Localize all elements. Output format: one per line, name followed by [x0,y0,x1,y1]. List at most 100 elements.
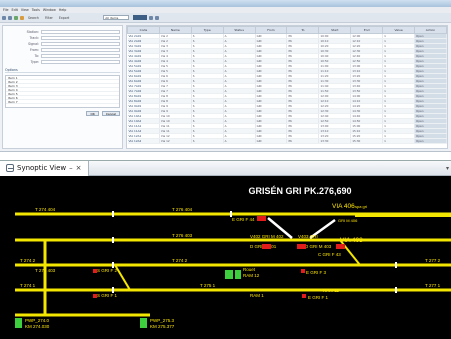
field-label: Type: [30,60,39,64]
minimize-icon[interactable]: – [69,164,73,172]
background-app-window: File Edit View Tools Window Help Search … [0,0,451,152]
joint-marker [112,287,114,293]
toolbar-search-label[interactable]: Search [28,16,39,20]
table-cell: S [191,138,224,144]
view-menu-icon[interactable]: ▾ [446,165,449,172]
track-input[interactable] [41,36,120,40]
equipment-labels: Rouet RAM 12 RAM 1 RAM 11 PWP_274.0 KM 2… [25,267,339,329]
table-header-row: Code Name Type Status From To Start End Value Act… [127,26,447,34]
table-cell: GRI [255,138,288,144]
element-labels: E GRI F 44 V402 GRI M 402 V403 GRI D GRI… [97,203,367,300]
menu-help[interactable]: Help [59,7,67,13]
signal-label: E GRI F 3 [306,270,327,275]
joint-marker [395,262,397,268]
open-icon[interactable] [8,15,12,20]
to-input[interactable] [41,54,120,58]
type-input[interactable] [41,60,120,64]
settings-icon[interactable] [155,15,160,20]
equipment-label: KM 275.377 [150,324,175,329]
synoptic-view-icon [6,164,14,172]
track-label: T 274 1 [20,283,36,288]
column-header[interactable]: Value [382,26,416,34]
menu-window[interactable]: Window [43,7,56,13]
table-body: VIA 2A01 Via 2 S A GRI PK 10:00 12:00 1 Open VIA 2… [127,33,447,144]
zoom-icon[interactable] [149,15,154,20]
save-icon[interactable] [14,15,18,20]
results-table: Code Name Type Status From To Start End Value Act… [126,25,448,149]
active-mode-button[interactable] [133,15,148,20]
signal-label: E GRI F 1 [308,295,329,300]
field-label: Station: [26,30,39,34]
track-layer [15,212,451,317]
cancel-button[interactable]: Cancel [101,111,120,116]
menu-edit[interactable]: Edit [12,7,18,13]
row-action-button[interactable]: Open [414,138,447,144]
signal-label: S GRI F 1 [97,293,118,298]
toolbar-filter-label[interactable]: Filter [45,16,53,20]
via-sub-label: spa gri [355,204,367,209]
signal-icon [336,244,345,249]
menu-view[interactable]: View [21,7,29,13]
table-row[interactable]: VIA 12A2 Via 12 S A GRI PK 13:30 15:30 1 Open [127,138,447,144]
column-header[interactable]: Action [414,26,447,34]
equipment-label: RAM 11 [323,288,339,293]
via-sub-label: GRI M 406 [338,218,358,223]
joint-marker [112,211,114,217]
table-cell: VIA 12A2 [127,138,160,144]
equipment-icon [235,270,241,279]
column-header[interactable]: Type [190,26,224,34]
refresh-icon[interactable] [20,15,24,20]
table-cell: 1 [382,138,416,144]
field-label: Track: [29,36,39,40]
via-label: VIA 403 [340,237,363,244]
joint-marker [112,237,114,243]
signal-label: D GRI M 403 [305,244,332,249]
options-list[interactable]: Item 1 Item 2 Item 3 Item 4 Item 5 Item … [5,75,120,108]
toolbar: Search Filter Export All items [0,13,451,23]
signal-label: S GRI F 2 [97,268,118,273]
equipment-icon [225,270,233,279]
track-label: T 277 1 [425,283,441,288]
menu-file[interactable]: File [3,7,9,13]
track-label: T 276 403 [172,233,193,238]
signal-label: E GRI F 44 [232,217,255,222]
equipment-label: PWP_275.3 [150,318,175,323]
list-item[interactable]: Item 7 [6,100,119,104]
new-icon[interactable] [2,15,6,20]
signal-icon [302,294,306,298]
equipment-label: RAM 12 [243,273,260,278]
track-label: T 274 403 [35,268,56,273]
table-cell: Via 12 [159,138,192,144]
via-label: VIA 406 [332,203,355,210]
signal-label: V402 GRI M 402 [250,234,284,239]
signal-icon [301,269,305,273]
track-label: T 275 1 [200,283,216,288]
track-label: T 274 2 [20,258,36,263]
from-input[interactable] [41,48,120,52]
field-label: From: [30,48,39,52]
app-title-bar [0,0,451,7]
ok-button[interactable]: OK [86,111,99,116]
column-header[interactable]: End [350,26,384,34]
toolbar-export-label[interactable]: Export [59,16,69,20]
signal-input[interactable] [41,42,120,46]
station-input[interactable] [41,30,120,34]
tab-synoptic-view[interactable]: Synoptic View – × [0,160,89,176]
track-label: T 274 404 [35,207,56,212]
joint-marker [230,211,232,217]
signal-icon [257,216,266,221]
column-header[interactable]: To [286,26,320,34]
column-header[interactable]: Status [222,26,256,34]
column-header[interactable]: Start [318,26,352,34]
signal-markers [93,216,345,298]
view-selector[interactable]: All items [103,15,130,20]
field-label: Signal: [28,42,39,46]
column-header[interactable]: Code [127,26,160,34]
close-icon[interactable]: × [76,164,82,172]
menu-tools[interactable]: Tools [32,7,40,13]
column-header[interactable]: Name [158,26,192,34]
equipment-label: Rouet [243,267,256,272]
column-header[interactable]: From [254,26,288,34]
tab-label: Synoptic View [17,164,67,172]
field-label: To: [34,54,39,58]
